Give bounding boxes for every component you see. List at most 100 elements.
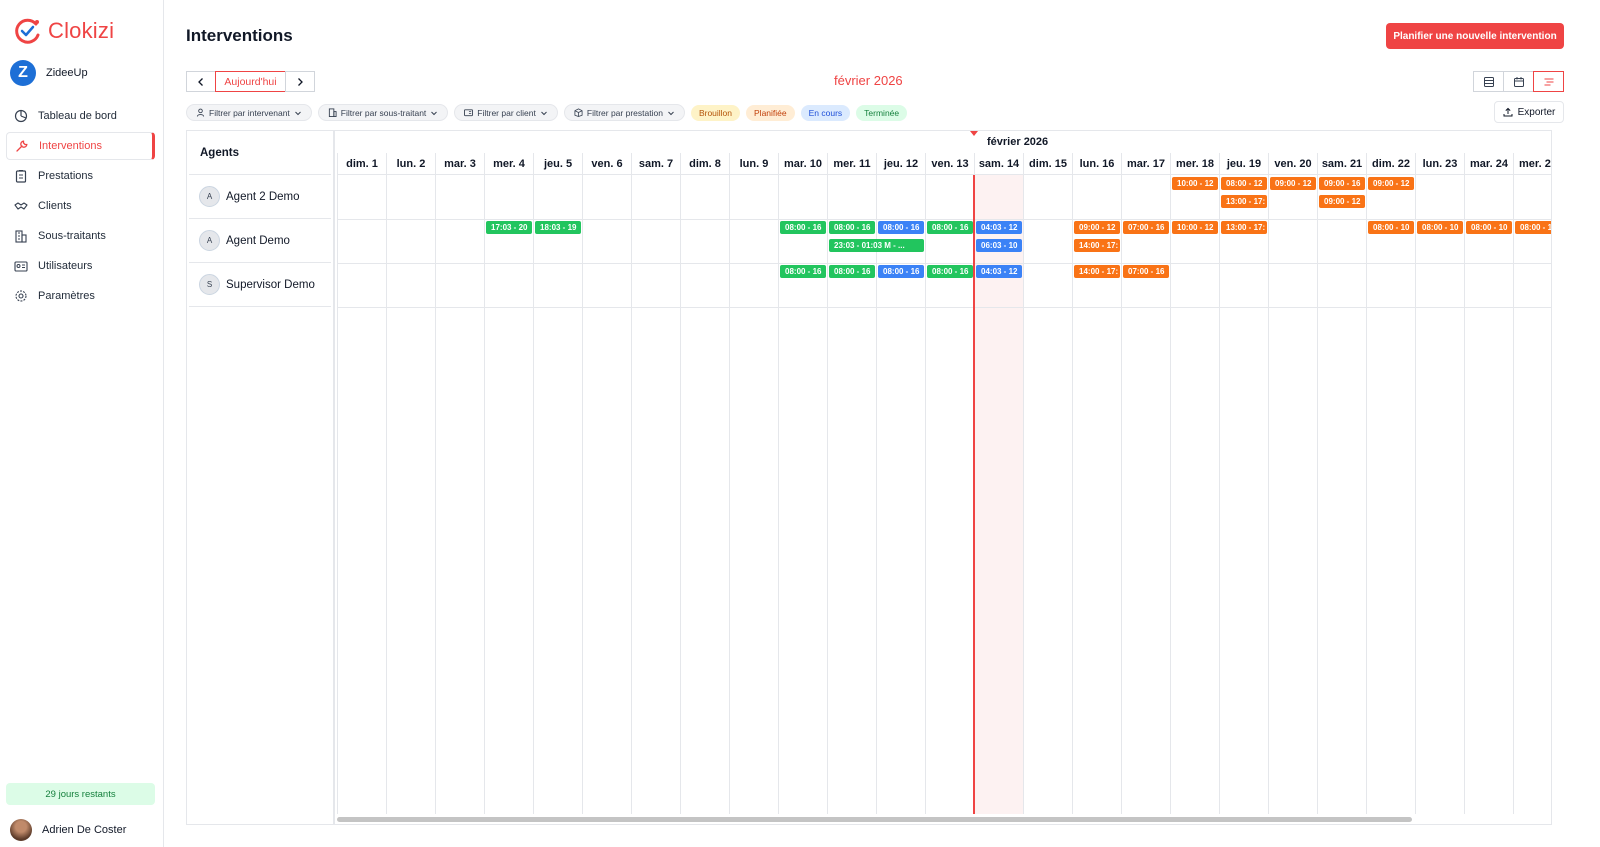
intervention-event[interactable]: 08:00 - 10	[1466, 221, 1512, 234]
intervention-event[interactable]: 09:00 - 12	[1368, 177, 1414, 190]
intervention-event[interactable]: 08:00 - 16	[780, 221, 826, 234]
export-button[interactable]: Exporter	[1494, 101, 1564, 123]
intervention-event[interactable]: 13:00 - 17:	[1221, 195, 1267, 208]
app-logo[interactable]: Clokizi	[12, 16, 114, 46]
new-intervention-button[interactable]: Planifier une nouvelle intervention	[1386, 23, 1564, 49]
intervention-event[interactable]: 08:00 - 16	[927, 265, 973, 278]
today-button[interactable]: Aujourd'hui	[215, 71, 286, 92]
status-filter-terminee[interactable]: Terminée	[856, 104, 908, 121]
day-column[interactable]	[1268, 153, 1317, 814]
intervention-event[interactable]: 06:03 - 10	[976, 239, 1022, 252]
main-content: Interventions Planifier une nouvelle int…	[164, 0, 1600, 847]
intervention-event[interactable]: 14:00 - 17:	[1074, 265, 1120, 278]
intervention-event[interactable]: 13:00 - 17:	[1221, 221, 1267, 234]
sidebar-item-dashboard[interactable]: Tableau de bord	[6, 102, 155, 130]
day-column[interactable]	[631, 153, 680, 814]
row-divider	[337, 219, 1551, 220]
intervention-event[interactable]: 09:00 - 16	[1319, 177, 1365, 190]
intervention-event[interactable]: 08:00 - 16	[829, 265, 875, 278]
day-column[interactable]	[582, 153, 631, 814]
row-divider	[337, 307, 1551, 308]
status-filter-brouillon[interactable]: Brouillon	[690, 104, 741, 121]
intervention-event[interactable]: 18:03 - 19	[535, 221, 581, 234]
filter-sous-traitant[interactable]: Filtrer par sous-traitant	[317, 104, 449, 121]
day-column[interactable]	[974, 153, 1023, 814]
filter-client[interactable]: Filtrer par client	[454, 104, 558, 121]
day-header: dim. 8	[680, 153, 729, 175]
day-header: dim. 15	[1023, 153, 1072, 175]
filter-intervenant[interactable]: Filtrer par intervenant	[186, 104, 312, 121]
intervention-event[interactable]: 14:00 - 17:	[1074, 239, 1120, 252]
user-profile[interactable]: Adrien De Coster	[10, 819, 126, 841]
agent-row[interactable]: A Agent 2 Demo	[189, 175, 331, 219]
list-view-button[interactable]	[1473, 71, 1504, 92]
gear-icon	[15, 290, 27, 302]
intervention-event[interactable]: 08:00 - 16	[878, 221, 924, 234]
day-column[interactable]	[729, 153, 778, 814]
org-name: ZideeUp	[46, 67, 88, 79]
intervention-event[interactable]: 08:00 - 12	[1221, 177, 1267, 190]
organization-switcher[interactable]: Z ZideeUp	[10, 60, 88, 86]
intervention-event[interactable]: 09:00 - 12	[1270, 177, 1316, 190]
day-column[interactable]	[1513, 153, 1551, 814]
intervention-event[interactable]: 08:00 - 10	[1368, 221, 1414, 234]
day-header: mar. 3	[435, 153, 484, 175]
intervention-event[interactable]: 10:00 - 12	[1172, 177, 1218, 190]
day-column[interactable]	[1464, 153, 1513, 814]
day-column[interactable]	[1219, 153, 1268, 814]
sidebar-item-prestations[interactable]: Prestations	[6, 162, 155, 190]
next-button[interactable]	[285, 71, 315, 92]
intervention-event[interactable]: 07:00 - 16	[1123, 265, 1169, 278]
status-filter-planifiee[interactable]: Planifiée	[746, 104, 795, 121]
intervention-event[interactable]: 04:03 - 12	[976, 265, 1022, 278]
day-column[interactable]	[435, 153, 484, 814]
intervention-event[interactable]: 08:00 - 16	[829, 221, 875, 234]
intervention-event[interactable]: 10:00 - 12	[1172, 221, 1218, 234]
previous-button[interactable]	[186, 71, 216, 92]
filter-label: Filtrer par client	[477, 107, 536, 118]
agent-name: Agent 2 Demo	[226, 190, 300, 203]
day-column[interactable]	[827, 153, 876, 814]
day-column[interactable]	[484, 153, 533, 814]
day-column[interactable]	[1366, 153, 1415, 814]
intervention-event[interactable]: 08:00 - 10	[1417, 221, 1463, 234]
sidebar-item-clients[interactable]: Clients	[6, 192, 155, 220]
intervention-event[interactable]: 17:03 - 20	[486, 221, 532, 234]
filter-prestation[interactable]: Filtrer par prestation	[563, 104, 685, 121]
day-column[interactable]	[1415, 153, 1464, 814]
intervention-event[interactable]: 08:00 - 16	[878, 265, 924, 278]
intervention-event[interactable]: 23:03 - 01:03 M - ...	[829, 239, 924, 252]
day-column[interactable]	[925, 153, 974, 814]
agent-avatar: S	[199, 274, 220, 295]
sidebar-item-parametres[interactable]: Paramètres	[6, 282, 155, 310]
day-column[interactable]	[337, 153, 386, 814]
timeline-view-button[interactable]	[1533, 71, 1564, 92]
day-column[interactable]	[1170, 153, 1219, 814]
day-column[interactable]	[1317, 153, 1366, 814]
day-column[interactable]	[1023, 153, 1072, 814]
intervention-event[interactable]: 08:00 - 16	[780, 265, 826, 278]
sidebar-item-interventions[interactable]: Interventions	[6, 132, 155, 160]
agents-column: Agents A Agent 2 Demo A Agent Demo S Supervis…	[187, 131, 335, 824]
day-column[interactable]	[533, 153, 582, 814]
day-column[interactable]	[778, 153, 827, 814]
day-column[interactable]	[680, 153, 729, 814]
calendar-view-button[interactable]	[1503, 71, 1534, 92]
day-column[interactable]	[386, 153, 435, 814]
sidebar-item-utilisateurs[interactable]: Utilisateurs	[6, 252, 155, 280]
intervention-event[interactable]: 04:03 - 12	[976, 221, 1022, 234]
intervention-event[interactable]: 07:00 - 16	[1123, 221, 1169, 234]
day-column[interactable]	[876, 153, 925, 814]
intervention-event[interactable]: 08:00 - 1	[1515, 221, 1551, 234]
day-column[interactable]	[1072, 153, 1121, 814]
intervention-event[interactable]: 09:00 - 12	[1319, 195, 1365, 208]
day-header: ven. 20	[1268, 153, 1317, 175]
intervention-event[interactable]: 09:00 - 12	[1074, 221, 1120, 234]
agent-row[interactable]: A Agent Demo	[189, 219, 331, 263]
agent-row[interactable]: S Supervisor Demo	[189, 263, 331, 307]
horizontal-scrollbar[interactable]	[337, 817, 1412, 822]
status-filter-en-cours[interactable]: En cours	[800, 104, 851, 121]
intervention-event[interactable]: 08:00 - 16	[927, 221, 973, 234]
sidebar-item-sous-traitants[interactable]: Sous-traitants	[6, 222, 155, 250]
day-column[interactable]	[1121, 153, 1170, 814]
